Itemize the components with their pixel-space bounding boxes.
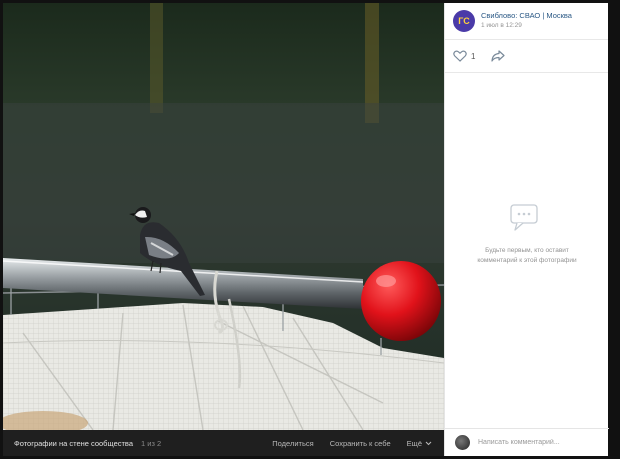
photo-bottom-bar: Фотографии на стене сообщества 1 из 2 По… (3, 430, 444, 456)
more-button[interactable]: Ещё (407, 439, 432, 448)
comments-panel: ГС Свиблово: СВАО | Москва 1 июл в 12:29… (444, 3, 609, 456)
photo-counter: 1 из 2 (141, 438, 162, 448)
photo-viewer: Фотографии на стене сообщества 1 из 2 По… (0, 0, 620, 459)
photo-image (3, 3, 444, 430)
heart-icon[interactable] (453, 50, 467, 62)
author-name[interactable]: Свиблово: СВАО | Москва (481, 11, 572, 21)
album-link[interactable]: Фотографии на стене сообщества (14, 439, 133, 448)
post-header: ГС Свиблово: СВАО | Москва 1 июл в 12:29 (445, 3, 608, 40)
like-count: 1 (471, 51, 476, 61)
empty-comments-text: Будьте первым, кто оставит комментарий к… (477, 247, 577, 264)
user-avatar[interactable] (455, 435, 470, 450)
comment-input[interactable] (478, 439, 598, 446)
comment-composer (445, 428, 609, 456)
comments-empty-state: Будьте первым, кто оставит комментарий к… (445, 203, 609, 266)
share-icon[interactable] (491, 50, 506, 62)
more-label: Ещё (406, 438, 422, 448)
save-button[interactable]: Сохранить к себе (330, 439, 391, 448)
comments-icon (510, 204, 538, 231)
photo[interactable] (3, 3, 444, 430)
post-date[interactable]: 1 июл в 12:29 (481, 21, 572, 31)
post-actions: 1 (445, 40, 608, 73)
chevron-down-icon (425, 441, 432, 445)
share-button[interactable]: Поделиться (272, 439, 313, 448)
community-avatar[interactable]: ГС (453, 10, 475, 32)
